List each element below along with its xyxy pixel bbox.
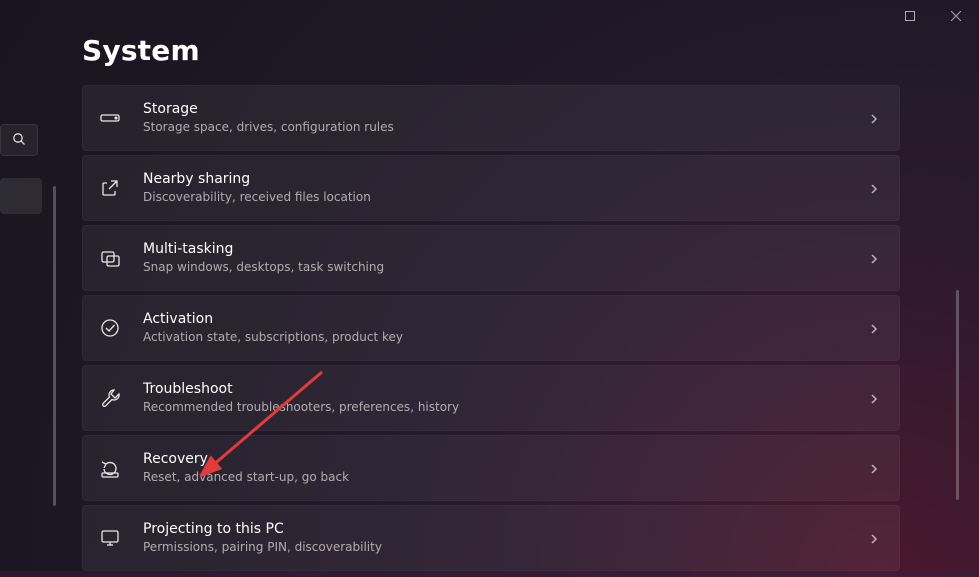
setting-title: Activation <box>143 310 867 328</box>
chevron-right-icon <box>867 251 881 265</box>
chevron-right-icon <box>867 531 881 545</box>
setting-subtitle: Reset, advanced start-up, go back <box>143 469 867 486</box>
settings-list: Storage Storage space, drives, configura… <box>82 85 900 571</box>
recovery-icon <box>99 457 121 479</box>
setting-subtitle: Activation state, subscriptions, product… <box>143 329 867 346</box>
setting-title: Projecting to this PC <box>143 520 867 538</box>
chevron-right-icon <box>867 321 881 335</box>
chevron-right-icon <box>867 111 881 125</box>
setting-subtitle: Storage space, drives, configuration rul… <box>143 119 867 136</box>
setting-subtitle: Discoverability, received files location <box>143 189 867 206</box>
setting-projecting[interactable]: Projecting to this PC Permissions, pairi… <box>82 505 900 571</box>
setting-nearby-sharing[interactable]: Nearby sharing Discoverability, received… <box>82 155 900 221</box>
setting-title: Troubleshoot <box>143 380 867 398</box>
setting-title: Nearby sharing <box>143 170 867 188</box>
setting-title: Storage <box>143 100 867 118</box>
search-icon <box>12 131 26 150</box>
close-button[interactable] <box>933 0 979 32</box>
page-title: System <box>82 34 949 67</box>
projecting-icon <box>99 527 121 549</box>
taskbar-edge <box>0 571 979 577</box>
maximize-button[interactable] <box>887 0 933 32</box>
setting-troubleshoot[interactable]: Troubleshoot Recommended troubleshooters… <box>82 365 900 431</box>
troubleshoot-icon <box>99 387 121 409</box>
setting-subtitle: Recommended troubleshooters, preferences… <box>143 399 867 416</box>
setting-subtitle: Permissions, pairing PIN, discoverabilit… <box>143 539 867 556</box>
chevron-right-icon <box>867 181 881 195</box>
multitask-icon <box>99 247 121 269</box>
search-button[interactable] <box>0 124 38 156</box>
chevron-right-icon <box>867 391 881 405</box>
storage-icon <box>99 107 121 129</box>
share-icon <box>99 177 121 199</box>
setting-subtitle: Snap windows, desktops, task switching <box>143 259 867 276</box>
setting-title: Multi-tasking <box>143 240 867 258</box>
window-controls <box>887 0 979 32</box>
setting-activation[interactable]: Activation Activation state, subscriptio… <box>82 295 900 361</box>
main-content: System Storage Storage space, drives, co… <box>82 34 949 577</box>
sidebar-indicator <box>53 186 56 506</box>
setting-multitasking[interactable]: Multi-tasking Snap windows, desktops, ta… <box>82 225 900 291</box>
scrollbar[interactable] <box>956 290 959 500</box>
chevron-right-icon <box>867 461 881 475</box>
sidebar-item-system[interactable] <box>0 178 42 214</box>
sidebar <box>0 0 45 577</box>
setting-title: Recovery <box>143 450 867 468</box>
setting-storage[interactable]: Storage Storage space, drives, configura… <box>82 85 900 151</box>
activation-icon <box>99 317 121 339</box>
setting-recovery[interactable]: Recovery Reset, advanced start-up, go ba… <box>82 435 900 501</box>
